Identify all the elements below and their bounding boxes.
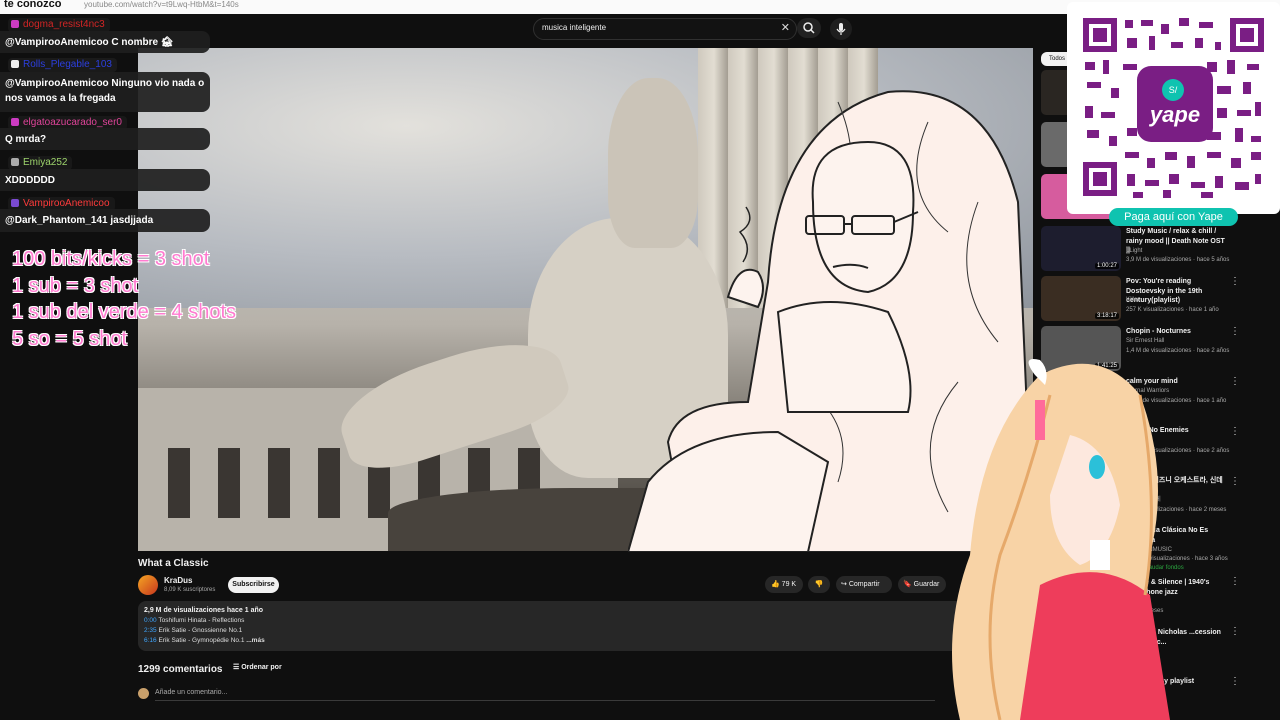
vtuber-avatar [952, 359, 1170, 720]
thumbs-down-icon: 👎 [814, 581, 824, 588]
like-count: 79 K [781, 581, 797, 588]
mic-icon [836, 23, 846, 35]
chat-message: @VampirooAnemicoo Ninguno vio nada o nos… [0, 72, 210, 112]
rec-thumbnail[interactable]: 3:18:17 [1041, 276, 1121, 321]
chat-username[interactable]: Rolls_Plegable_103 [8, 58, 117, 72]
rule-line: 5 so = 5 shot [12, 327, 128, 350]
dislike-button[interactable]: 👎 [808, 576, 830, 593]
save-button[interactable]: 🔖 Guardar [898, 576, 946, 593]
qr-code: S/ yape [1081, 16, 1266, 198]
share-button[interactable]: ↪ Compartir [836, 576, 892, 593]
url-text[interactable]: youtube.com/watch?v=t9Lwq-HtbM&t=140s [84, 0, 239, 9]
pay-with-yape-button[interactable]: Paga aquí con Yape [1109, 208, 1238, 226]
add-comment-input[interactable]: Añade un comentario... [155, 689, 227, 696]
chat-message: @VampirooAnemicoo C nombre 🏚 [0, 31, 210, 53]
timestamp-link[interactable]: 0:00 [144, 617, 157, 624]
timestamp-row: 6:16 Erik Satie - Gymnopédie No.1 ...más [144, 637, 265, 644]
currency-symbol: S/ [1169, 85, 1178, 95]
yape-qr-card: S/ yape [1067, 2, 1280, 214]
search-query[interactable]: musica inteligente [542, 23, 606, 32]
chat-text: @VampirooAnemicoo Ninguno vio nada o nos… [5, 78, 205, 104]
sort-icon: ☰ [233, 664, 242, 671]
chat-username[interactable]: Emiya252 [8, 156, 73, 170]
rec-meta: 257 K visualizaciones · hace 1 año [1126, 307, 1219, 313]
share-label: Compartir [848, 581, 880, 588]
chat-message: @Dark_Phantom_141 jasdjjada [0, 209, 210, 232]
rec-meta: 3,9 M de visualizaciones · hace 5 años [1126, 257, 1230, 263]
chat-text: @VampirooAnemicoo C nombre 🏚 [5, 37, 174, 48]
save-label: Guardar [913, 581, 940, 588]
share-icon: ↪ [841, 581, 847, 588]
bookmark-icon: 🔖 [903, 581, 912, 588]
channel-avatar[interactable] [138, 575, 158, 595]
yape-logo: yape [1149, 102, 1200, 127]
tab-title[interactable]: te conozco [4, 0, 61, 10]
views-line: 2,9 M de visualizaciones hace 1 año [144, 607, 264, 614]
channel-name[interactable]: KraDus [164, 576, 192, 585]
video-title: What a Classic [138, 558, 209, 569]
comments-count: 1299 comentarios [138, 664, 223, 675]
timestamp-row: 0:00 Toshifumi Hinata - Reflections [144, 617, 245, 624]
thumbs-up-icon: 👍 [771, 581, 780, 588]
subscribe-button[interactable]: Subscribirse [228, 577, 279, 593]
rec-channel[interactable]: Sir Ernest Hall [1126, 336, 1246, 346]
more-vert-icon[interactable]: ⋮ [1230, 276, 1240, 287]
chat-text: @Dark_Phantom_141 jasdjjada [5, 215, 154, 226]
chat-text: XDDDDDD [5, 175, 55, 186]
timestamp-link[interactable]: 6:16 [144, 637, 157, 644]
mic-button[interactable] [830, 18, 852, 40]
subscriber-count: 8,09 K suscriptores [164, 587, 216, 593]
chat-message: Q mrda? [0, 128, 210, 150]
sort-button[interactable]: ☰ Ordenar por [233, 663, 282, 671]
more-vert-icon[interactable]: ⋮ [1230, 326, 1240, 337]
rule-line: 100 bits/kicks = 3 shot [12, 248, 210, 270]
rec-channel[interactable]: Killer [1126, 295, 1246, 305]
donation-rules: 100 bits/kicks = 3 shot 1 sub = 3 shot 1… [12, 246, 236, 352]
rec-thumbnail[interactable]: 1:00:27 [1041, 226, 1121, 271]
timestamp-link[interactable]: 2:35 [144, 627, 157, 634]
chat-username[interactable]: dogma_resist4nc3 [8, 18, 110, 32]
chat-text: Q mrda? [5, 134, 47, 145]
like-button[interactable]: 👍 79 K [765, 576, 803, 593]
search-button[interactable] [797, 18, 821, 38]
rule-line: 1 sub del verde = 4 shots [12, 301, 237, 323]
avatar [138, 688, 149, 699]
search-input[interactable]: musica inteligente ✕ [533, 18, 797, 40]
rule-line: 1 sub = 3 shot [12, 274, 139, 297]
comment-underline [155, 700, 935, 701]
more-link[interactable]: ...más [246, 637, 264, 644]
search-icon [803, 22, 815, 34]
timestamp-row: 2:35 Erik Satie - Gnossienne No.1 [144, 627, 243, 634]
close-icon[interactable]: ✕ [781, 21, 790, 34]
chat-message: XDDDDDD [0, 169, 210, 191]
description-box[interactable]: 2,9 M de visualizaciones hace 1 año 0:00… [138, 601, 968, 651]
